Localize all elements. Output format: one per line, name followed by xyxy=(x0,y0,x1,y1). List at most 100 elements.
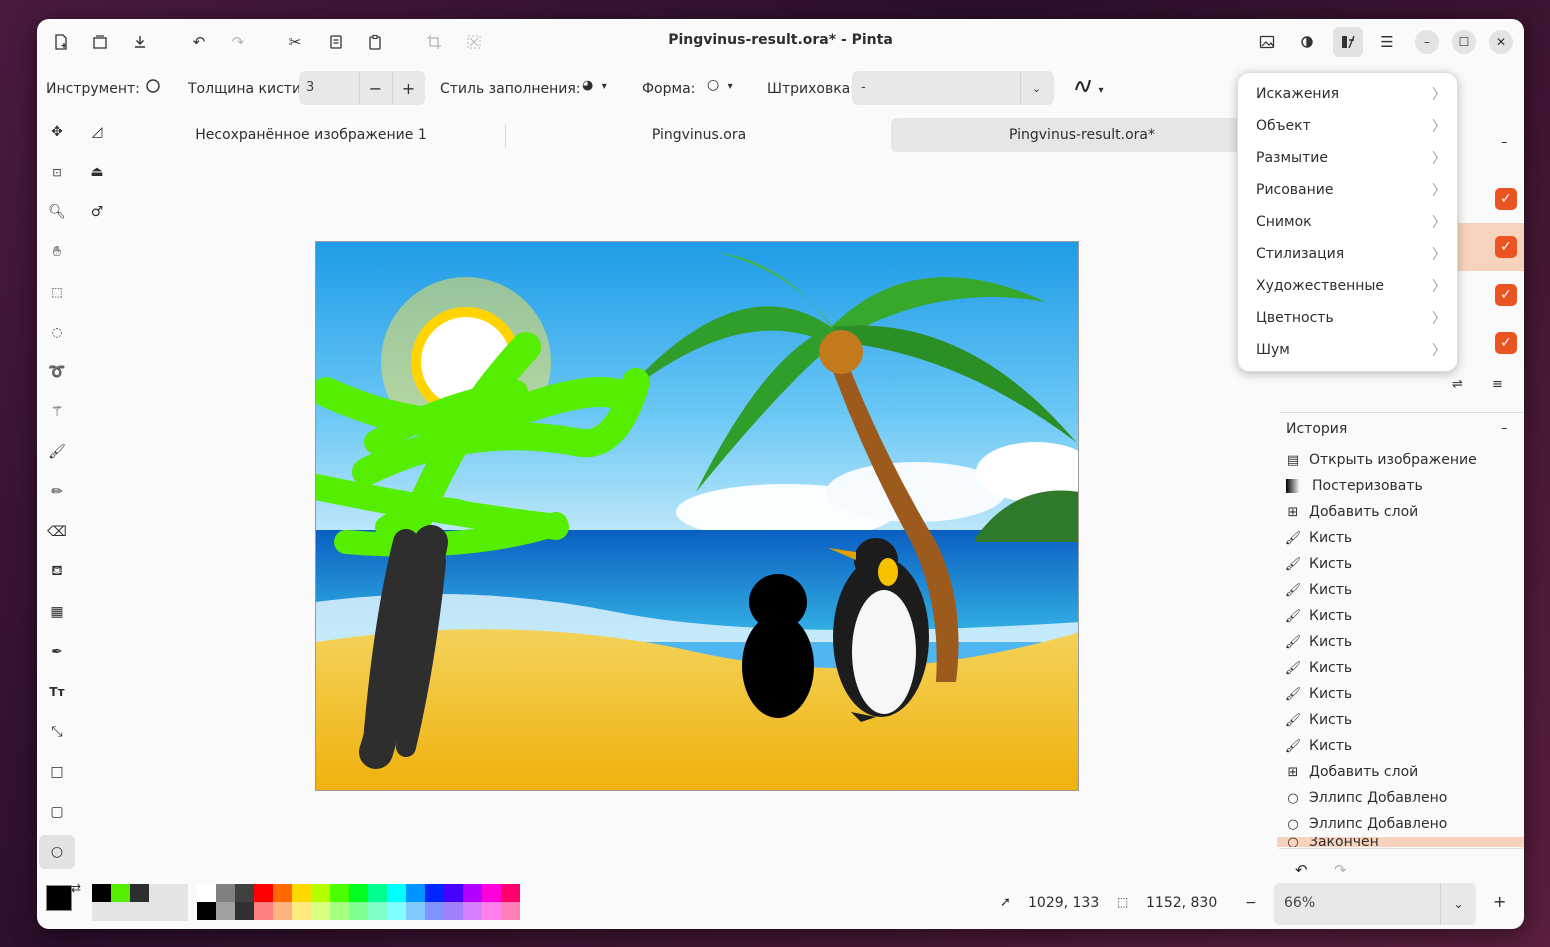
copy-button[interactable] xyxy=(322,28,350,56)
history-item[interactable]: ▤ Открыть изображение xyxy=(1283,447,1477,473)
palette-color-swatch[interactable] xyxy=(444,884,463,902)
menu-item-distort[interactable]: Искажения 〉 xyxy=(1256,78,1446,110)
brush-width-decrease-button[interactable]: − xyxy=(359,71,391,105)
shape-type-dropdown[interactable]: ○ ▾ xyxy=(707,77,743,93)
menu-item-artistic[interactable]: Художественные 〉 xyxy=(1256,270,1446,302)
history-item[interactable]: ○ Эллипс Добавлено xyxy=(1283,785,1447,811)
paintbrush-tool[interactable]: 🖌︎ xyxy=(39,435,75,469)
rectangle-tool[interactable]: □ xyxy=(39,755,75,789)
palette-color-swatch[interactable] xyxy=(368,902,387,920)
history-collapse-button[interactable]: – xyxy=(1501,421,1508,436)
palette-color-swatch[interactable] xyxy=(425,884,444,902)
zoom-input[interactable]: 66% xyxy=(1284,895,1315,911)
move-selected-tool[interactable]: ✥ xyxy=(39,115,75,149)
dash-dropdown-button[interactable]: ⌄ xyxy=(1020,71,1052,105)
close-button[interactable]: ✕ xyxy=(1489,30,1513,54)
palette-color-swatch[interactable] xyxy=(197,884,216,902)
brush-width-input[interactable]: 3 xyxy=(306,80,314,95)
palette-color-swatch[interactable] xyxy=(216,884,235,902)
undo-button[interactable]: ↶ xyxy=(185,28,213,56)
crop-button[interactable] xyxy=(420,28,448,56)
image-menu-button[interactable] xyxy=(1253,28,1281,56)
history-item[interactable]: 🖌︎ Кисть xyxy=(1283,551,1352,577)
palette-color-swatch[interactable] xyxy=(235,884,254,902)
palette-color-swatch[interactable] xyxy=(406,884,425,902)
rectangle-select-tool[interactable]: ⬚ xyxy=(39,275,75,309)
palette-color-swatch[interactable] xyxy=(444,902,463,920)
move-selection-tool[interactable]: ◿ xyxy=(79,115,115,149)
recolor-tool[interactable]: ♂ xyxy=(79,195,115,229)
history-item[interactable]: 🖌︎ Кисть xyxy=(1283,577,1352,603)
antialiasing-dropdown[interactable]: ▾ xyxy=(1074,77,1114,97)
color-picker-tool[interactable]: ✒︎ xyxy=(39,635,75,669)
paint-bucket-tool[interactable]: ⛾ xyxy=(39,555,75,589)
palette-color-swatch[interactable] xyxy=(254,902,273,920)
menu-item-stylize[interactable]: Стилизация 〉 xyxy=(1256,238,1446,270)
tab-pingvinus-result[interactable]: Pingvinus-result.ora* xyxy=(891,118,1273,152)
maximize-button[interactable]: ☐ xyxy=(1452,30,1476,54)
palette-color-swatch[interactable] xyxy=(311,884,330,902)
history-undo-button[interactable]: ↶ xyxy=(1295,861,1308,879)
history-item[interactable]: 🖌︎ Кисть xyxy=(1283,655,1352,681)
layer-visibility-checkbox[interactable]: ✓ xyxy=(1495,332,1517,354)
history-item[interactable]: 🖌︎ Кисть xyxy=(1283,707,1352,733)
palette-color-swatch[interactable] xyxy=(254,884,273,902)
menu-item-noise[interactable]: Шум 〉 xyxy=(1256,334,1446,366)
history-item-selected[interactable]: ○ Закончен xyxy=(1277,837,1524,847)
recent-color-swatch[interactable] xyxy=(130,884,149,902)
menu-item-render[interactable]: Рисование 〉 xyxy=(1256,174,1446,206)
palette-color-swatch[interactable] xyxy=(216,902,235,920)
palette-color-swatch[interactable] xyxy=(406,902,425,920)
palette-color-swatch[interactable] xyxy=(273,902,292,920)
palette-color-swatch[interactable] xyxy=(330,902,349,920)
palette-color-swatch[interactable] xyxy=(425,902,444,920)
adjustments-button[interactable] xyxy=(1293,28,1321,56)
lasso-select-tool[interactable]: ➰ xyxy=(39,355,75,389)
history-item[interactable]: ○ Эллипс Добавлено xyxy=(1283,811,1447,837)
palette-color-swatch[interactable] xyxy=(292,902,311,920)
tab-pingvinus[interactable]: Pingvinus.ora xyxy=(509,118,889,152)
recent-color-swatch[interactable] xyxy=(111,884,130,902)
layer-visibility-checkbox[interactable]: ✓ xyxy=(1495,284,1517,306)
history-redo-button[interactable]: ↷ xyxy=(1334,861,1347,879)
palette-color-swatch[interactable] xyxy=(273,884,292,902)
palette-color-swatch[interactable] xyxy=(349,902,368,920)
menu-item-color[interactable]: Цветность 〉 xyxy=(1256,302,1446,334)
swap-colors-icon[interactable]: ⇄ xyxy=(71,881,81,895)
ellipse-select-tool[interactable]: ◌ xyxy=(39,315,75,349)
line-curve-tool[interactable]: ⤡ xyxy=(39,715,75,749)
image-canvas[interactable] xyxy=(315,241,1079,791)
dash-pattern-input[interactable]: - xyxy=(861,80,866,95)
open-button[interactable] xyxy=(86,28,114,56)
history-item[interactable]: 🖌︎ Кисть xyxy=(1283,525,1352,551)
gradient-tool[interactable]: ▦ xyxy=(39,595,75,629)
palette-color-swatch[interactable] xyxy=(463,884,482,902)
palette-color-swatch[interactable] xyxy=(482,884,501,902)
pencil-tool[interactable]: ✏︎ xyxy=(39,475,75,509)
minimize-button[interactable]: – xyxy=(1415,30,1439,54)
layers-collapse-button[interactable]: – xyxy=(1501,135,1508,150)
main-menu-button[interactable]: ☰ xyxy=(1373,28,1401,56)
palette-color-swatch[interactable] xyxy=(501,902,520,920)
rounded-rectangle-tool[interactable]: ▢ xyxy=(39,795,75,829)
palette-color-swatch[interactable] xyxy=(368,884,387,902)
zoom-dropdown-button[interactable]: ⌄ xyxy=(1440,883,1476,925)
deselect-button[interactable] xyxy=(460,28,488,56)
palette-color-swatch[interactable] xyxy=(463,902,482,920)
palette-color-swatch[interactable] xyxy=(197,902,216,920)
history-item[interactable]: ⊞ Добавить слой xyxy=(1283,759,1419,785)
zoom-in-button[interactable]: + xyxy=(1493,892,1506,911)
palette-color-swatch[interactable] xyxy=(292,884,311,902)
palette-color-swatch[interactable] xyxy=(482,902,501,920)
layers-menu-button[interactable]: ≡ xyxy=(1492,377,1503,392)
primary-color-swatch[interactable] xyxy=(46,885,72,911)
menu-item-photo[interactable]: Снимок 〉 xyxy=(1256,206,1446,238)
palette-color-swatch[interactable] xyxy=(501,884,520,902)
history-item[interactable]: 🖌︎ Кисть xyxy=(1283,733,1352,759)
zoom-tool[interactable]: 🔍︎ xyxy=(39,195,75,229)
zoom-combo[interactable]: 66% ⌄ xyxy=(1274,883,1476,925)
fill-style-dropdown[interactable]: ◕ ▾ xyxy=(582,77,618,93)
palette-color-swatch[interactable] xyxy=(349,884,368,902)
menu-item-object[interactable]: Объект 〉 xyxy=(1256,110,1446,142)
redo-button[interactable]: ↷ xyxy=(224,28,252,56)
